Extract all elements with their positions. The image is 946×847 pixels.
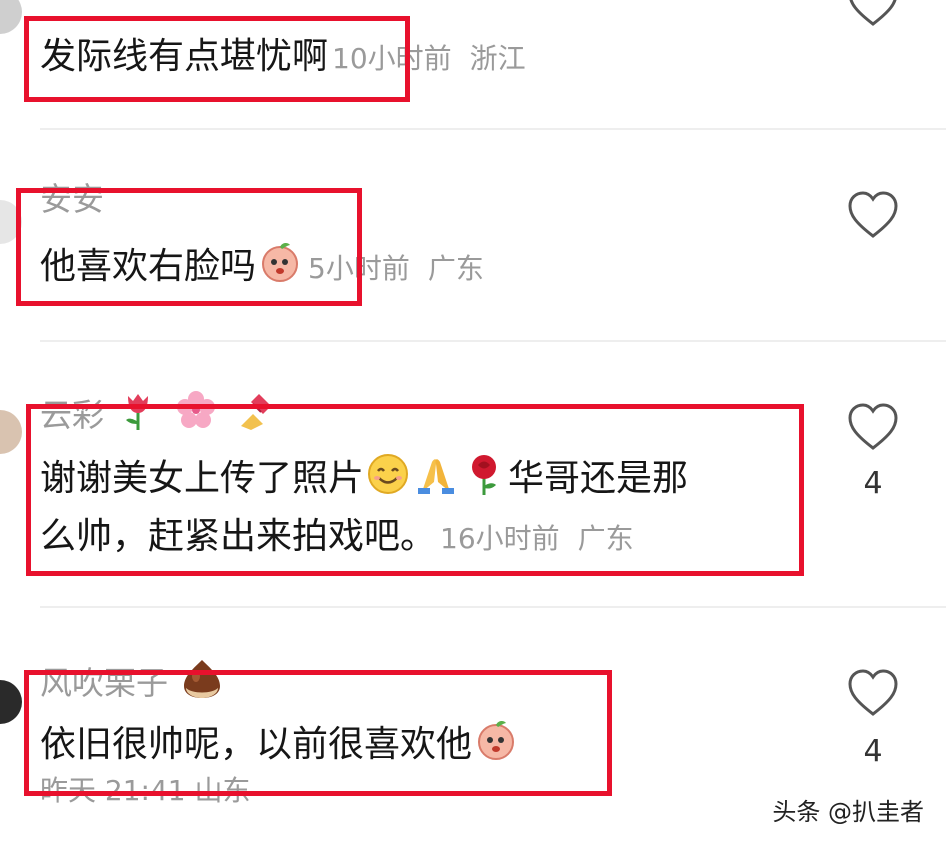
comment-meta: 16小时前 广东 bbox=[440, 522, 634, 555]
like-count: 4 bbox=[863, 734, 883, 769]
divider bbox=[40, 606, 946, 608]
comment-time: 16小时前 bbox=[440, 522, 560, 555]
divider bbox=[40, 340, 946, 342]
avatar[interactable] bbox=[0, 410, 22, 454]
comment-body: 么帅，赶紧出来拍戏吧。 bbox=[40, 516, 437, 557]
peach-emoji-icon bbox=[258, 240, 302, 284]
comment-body-cont: 华哥还是那 bbox=[508, 458, 689, 499]
comment-body: 他喜欢右脸吗 bbox=[40, 246, 257, 287]
avatar[interactable] bbox=[0, 0, 22, 34]
avatar[interactable] bbox=[0, 200, 22, 244]
tulip-emoji-icon bbox=[116, 388, 160, 432]
comment-username[interactable]: 风吹栗子 bbox=[40, 656, 226, 702]
comment-time: 10小时前 bbox=[332, 42, 452, 75]
comment-text: 他喜欢右脸吗 5小时前 广东 bbox=[40, 240, 484, 296]
heart-outline-icon bbox=[848, 403, 898, 450]
like-button[interactable] bbox=[846, 0, 900, 28]
comment-text-line2: 么帅，赶紧出来拍戏吧。 16小时前 广东 bbox=[40, 510, 634, 566]
comment-meta: 昨天 21:41 山东 bbox=[40, 774, 251, 808]
comment-time: 昨天 21:41 bbox=[40, 774, 186, 807]
comment-location: 广东 bbox=[427, 252, 484, 285]
watermark: 头条 @扒圭者 bbox=[772, 798, 924, 826]
heart-outline-icon bbox=[849, 0, 897, 26]
comment-meta: 5小时前 广东 bbox=[308, 252, 484, 285]
comment-location: 浙江 bbox=[469, 42, 526, 75]
comment-text: 发际线有点堪忧啊 10小时前 浙江 bbox=[40, 30, 526, 86]
comment-location: 广东 bbox=[577, 522, 634, 555]
like-button[interactable] bbox=[846, 190, 900, 240]
comment-text: 谢谢美女上传了照片 华哥还是那 bbox=[40, 452, 688, 506]
comment-meta: 10小时前 浙江 bbox=[332, 42, 526, 75]
comment-location: 山东 bbox=[194, 774, 251, 807]
like-button[interactable] bbox=[846, 402, 900, 452]
comment-username[interactable]: 云彩 bbox=[40, 388, 279, 434]
divider bbox=[40, 128, 946, 130]
avatar[interactable] bbox=[0, 680, 22, 724]
like-count: 4 bbox=[863, 466, 883, 501]
heart-outline-icon bbox=[848, 191, 898, 238]
smile-emoji-icon bbox=[366, 452, 410, 496]
comment-text: 依旧很帅呢，以前很喜欢他 bbox=[40, 718, 520, 772]
rose-emoji-icon bbox=[462, 452, 506, 496]
comment-username[interactable]: 安安 bbox=[40, 180, 104, 218]
peach-emoji-icon bbox=[474, 718, 518, 762]
comment-body: 发际线有点堪忧啊 bbox=[40, 36, 329, 77]
heart-outline-icon bbox=[848, 669, 898, 716]
comment-body: 谢谢美女上传了照片 bbox=[40, 458, 365, 499]
comment-time: 5小时前 bbox=[308, 252, 410, 285]
comment-body: 依旧很帅呢，以前很喜欢他 bbox=[40, 724, 473, 765]
chestnut-emoji-icon bbox=[180, 656, 224, 700]
pray-emoji-icon bbox=[414, 452, 458, 496]
like-button[interactable] bbox=[846, 668, 900, 718]
nail-polish-emoji-icon bbox=[233, 388, 277, 432]
blossom-emoji-icon bbox=[174, 388, 218, 432]
